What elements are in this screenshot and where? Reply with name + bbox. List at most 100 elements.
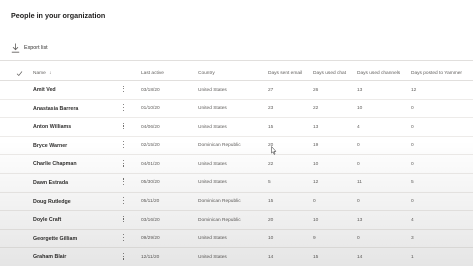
days-email-cell: 14 [268, 254, 274, 260]
person-name[interactable]: Anastasia Barrera [33, 106, 78, 112]
table-row[interactable]: Georgette Gilliam 09/29/20 United States… [0, 230, 473, 249]
country-cell: United States [198, 124, 227, 130]
person-name[interactable]: Doyle Craft [33, 217, 61, 223]
days-channels-cell: 0 [357, 199, 360, 205]
more-vertical-icon[interactable] [122, 234, 125, 243]
table-row[interactable]: Amit Ved 03/18/20 United States 27 26 13… [0, 81, 473, 100]
days-chat-cell: 19 [313, 143, 319, 149]
days-channels-cell: 4 [357, 124, 360, 130]
page-title: People in your organization [11, 11, 106, 20]
more-vertical-icon[interactable] [122, 252, 125, 262]
country-cell: United States [198, 254, 227, 260]
days-yammer-cell: 12 [411, 87, 417, 93]
days-email-cell: 15 [268, 199, 274, 205]
column-header-days-email[interactable]: Days sent email [268, 71, 302, 76]
days-chat-cell: 10 [313, 161, 319, 167]
last-active-cell: 04/01/20 [141, 161, 160, 167]
country-cell: Dominican Republic [198, 199, 241, 205]
more-vertical-icon[interactable] [122, 85, 125, 95]
days-email-cell: 22 [268, 161, 274, 167]
person-name[interactable]: Georgette Gilliam [33, 236, 77, 242]
days-channels-cell: 10 [357, 106, 363, 112]
column-header-days-yammer[interactable]: Days posted to Yammer [411, 71, 462, 76]
toolbar: Export list [11, 42, 473, 54]
last-active-cell: 12/11/20 [141, 254, 160, 260]
days-email-cell: 5 [268, 180, 271, 186]
table-row[interactable]: Dawn Estrada 05/30/20 United States 5 12… [0, 174, 473, 193]
days-yammer-cell: 0 [411, 124, 414, 130]
days-yammer-cell: 3 [411, 236, 414, 242]
days-yammer-cell: 0 [411, 161, 414, 167]
table-row[interactable]: Charlie Chapman 04/01/20 United States 2… [0, 155, 473, 174]
table-row[interactable]: Graham Blair 12/11/20 United States 14 1… [0, 248, 473, 266]
person-name[interactable]: Dawn Estrada [33, 180, 68, 186]
days-chat-cell: 13 [313, 124, 319, 130]
table-row[interactable]: Bryce Warner 02/15/20 Dominican Republic… [0, 137, 473, 156]
export-list-label: Export list [24, 45, 48, 51]
more-vertical-icon[interactable] [122, 178, 125, 187]
more-vertical-icon[interactable] [122, 141, 125, 150]
country-cell: United States [198, 180, 227, 186]
last-active-cell: 02/15/20 [141, 143, 160, 149]
table-row[interactable]: Doug Rutledge 05/11/20 Dominican Republi… [0, 193, 473, 212]
column-header-country[interactable]: Country [198, 71, 215, 76]
column-header-name-label: Name [33, 71, 46, 76]
last-active-cell: 03/18/20 [141, 87, 160, 93]
days-channels-cell: 11 [357, 180, 362, 186]
days-email-cell: 20 [268, 217, 274, 223]
column-header-days-chat[interactable]: Days used chat [313, 71, 346, 76]
person-name[interactable]: Bryce Warner [33, 143, 67, 149]
last-active-cell: 04/06/20 [141, 124, 160, 130]
table-row[interactable]: Anton Williams 04/06/20 United States 15… [0, 118, 473, 137]
more-vertical-icon[interactable] [122, 122, 125, 132]
country-cell: United States [198, 106, 227, 112]
country-cell: Dominican Republic [198, 143, 241, 149]
days-email-cell: 23 [268, 106, 274, 112]
more-vertical-icon[interactable] [122, 159, 125, 169]
download-icon [11, 43, 20, 53]
last-active-cell: 03/16/20 [141, 217, 160, 223]
days-email-cell: 10 [268, 236, 274, 242]
days-chat-cell: 26 [313, 87, 319, 93]
table-row[interactable]: Doyle Craft 03/16/20 Dominican Republic … [0, 211, 473, 230]
person-name[interactable]: Doug Rutledge [33, 199, 71, 205]
last-active-cell: 05/30/20 [141, 180, 160, 186]
person-name[interactable]: Amit Ved [33, 87, 56, 93]
days-yammer-cell: 1 [411, 254, 414, 260]
days-chat-cell: 0 [313, 199, 316, 205]
last-active-cell: 09/29/20 [141, 236, 160, 242]
person-name[interactable]: Anton Williams [33, 124, 71, 130]
table-row[interactable]: Anastasia Barrera 01/10/20 United States… [0, 100, 473, 119]
days-chat-cell: 10 [313, 217, 319, 223]
country-cell: United States [198, 87, 227, 93]
toolbar-divider [0, 60, 473, 61]
export-list-button[interactable]: Export list [11, 43, 48, 53]
more-vertical-icon[interactable] [122, 197, 125, 206]
days-chat-cell: 12 [313, 180, 319, 186]
column-header-days-channels[interactable]: Days used channels [357, 71, 400, 76]
last-active-cell: 01/10/20 [141, 106, 160, 112]
more-vertical-icon[interactable] [122, 104, 125, 113]
days-channels-cell: 13 [357, 87, 363, 93]
people-table: Amit Ved 03/18/20 United States 27 26 13… [0, 81, 473, 266]
days-email-cell: 27 [268, 87, 274, 93]
days-yammer-cell: 0 [411, 143, 414, 149]
mouse-pointer-icon [271, 146, 277, 155]
sort-down-arrow-icon: ↓ [49, 71, 52, 76]
days-yammer-cell: 5 [411, 180, 414, 186]
column-header-name[interactable]: Name ↓ [33, 71, 52, 76]
days-chat-cell: 15 [313, 254, 319, 260]
column-header-last-active[interactable]: Last active [141, 71, 164, 76]
days-yammer-cell: 0 [411, 199, 414, 205]
table-header: Name ↓ Last active Country Days sent ema… [0, 67, 473, 81]
days-channels-cell: 0 [357, 161, 360, 167]
days-yammer-cell: 4 [411, 217, 414, 223]
days-chat-cell: 9 [313, 236, 316, 242]
person-name[interactable]: Charlie Chapman [33, 161, 77, 167]
country-cell: United States [198, 161, 227, 167]
days-chat-cell: 22 [313, 106, 319, 112]
more-vertical-icon[interactable] [122, 215, 125, 225]
person-name[interactable]: Graham Blair [33, 254, 66, 260]
days-channels-cell: 13 [357, 217, 363, 223]
checkmark-icon[interactable] [16, 70, 23, 77]
